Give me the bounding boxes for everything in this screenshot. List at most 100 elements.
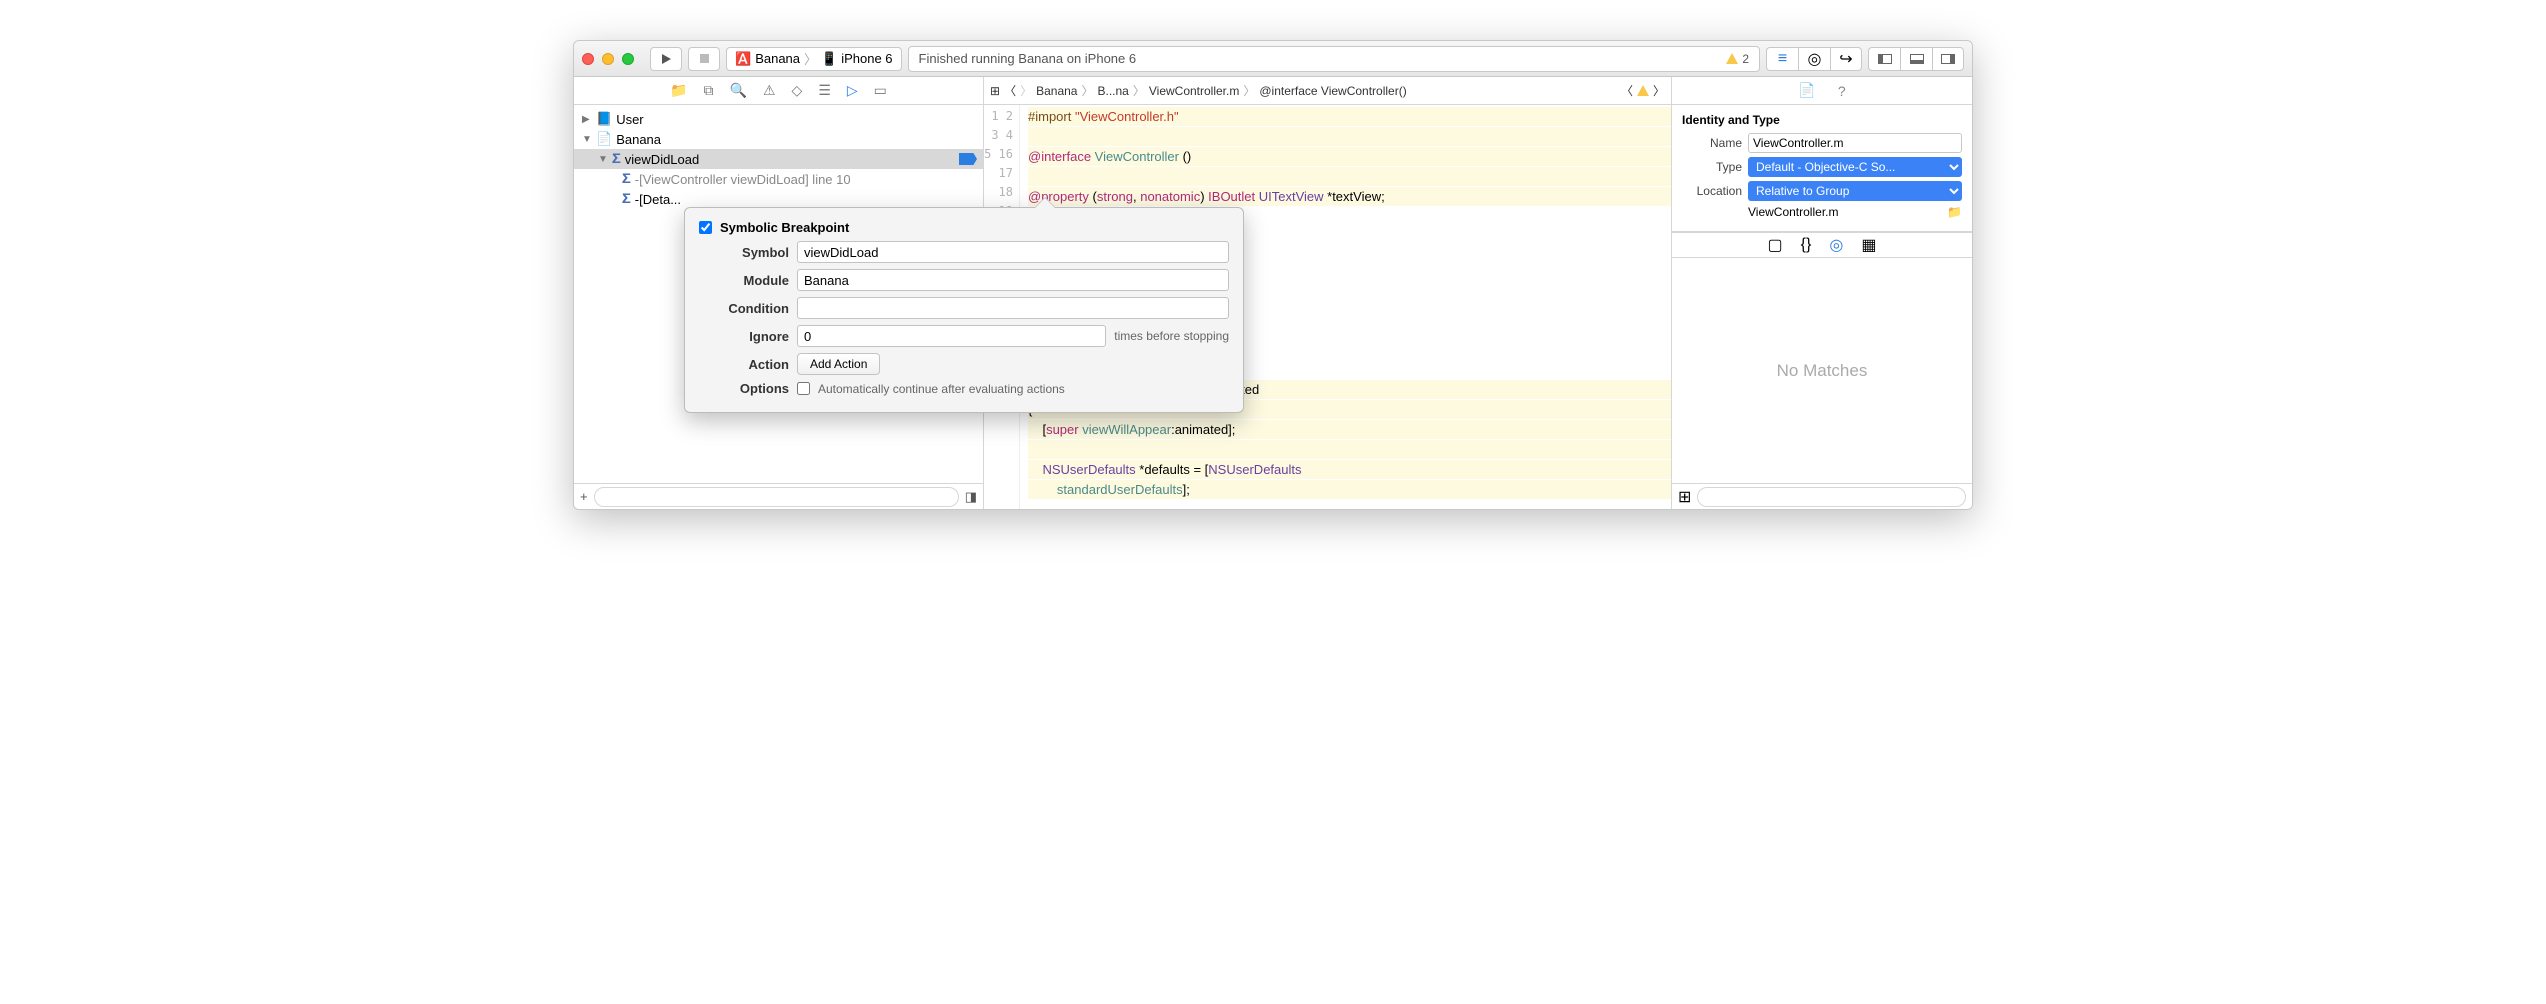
tree-row-breakpoint-item[interactable]: 𝚺 -[Deta... — [574, 189, 983, 209]
symbol-icon: 𝚺 — [622, 171, 631, 187]
chevron-right-icon: 〉 — [804, 49, 817, 68]
view-mode-button[interactable]: ⊞ — [1678, 487, 1691, 507]
test-navigator-tab[interactable]: ◇ — [792, 82, 803, 99]
module-field[interactable] — [797, 269, 1229, 291]
right-panel-icon — [1941, 54, 1955, 64]
stop-icon — [700, 54, 709, 63]
jump-seg[interactable]: ViewController.m — [1149, 84, 1239, 98]
tree-row-project[interactable]: ▼ 📄 Banana — [574, 129, 983, 149]
toggle-debug-area-button[interactable] — [1900, 47, 1932, 71]
standard-editor-button[interactable]: ≡ — [1766, 47, 1798, 71]
ignore-label: Ignore — [699, 329, 789, 344]
disclosure-icon[interactable]: ▼ — [582, 134, 592, 145]
back-issue-button[interactable]: 〈 — [1621, 82, 1633, 99]
jump-seg[interactable]: B...na — [1097, 84, 1128, 98]
traffic-lights — [582, 53, 634, 65]
inspector-area: 📄 ? Identity and Type Name Type Default … — [1672, 77, 1972, 509]
symbol-navigator-tab[interactable]: ⧉ — [704, 82, 714, 99]
name-label: Name — [1682, 136, 1742, 150]
warning-icon — [1637, 85, 1649, 96]
module-label: Module — [699, 273, 789, 288]
no-matches-label: No Matches — [1777, 361, 1868, 381]
breakpoint-editor-popover: Symbolic Breakpoint Symbol Module Condit… — [684, 207, 1244, 413]
symbol-icon: 𝚺 — [612, 151, 621, 167]
location-select[interactable]: Relative to Group — [1748, 181, 1962, 201]
scheme-selector[interactable]: 🅰️ Banana 〉 📱 iPhone 6 — [726, 47, 902, 71]
library-filter-field[interactable] — [1697, 487, 1966, 507]
activity-view: Finished running Banana on iPhone 6 2 — [908, 46, 1760, 72]
disclosure-icon[interactable]: ▶ — [582, 114, 592, 125]
stop-button[interactable] — [688, 47, 720, 71]
action-label: Action — [699, 357, 789, 372]
tree-label: viewDidLoad — [625, 152, 699, 167]
breakpoint-enabled-checkbox[interactable] — [699, 221, 712, 234]
symbol-field[interactable] — [797, 241, 1229, 263]
type-select[interactable]: Default - Objective-C So... — [1748, 157, 1962, 177]
filter-scope-button[interactable]: ◨ — [965, 489, 977, 505]
section-title: Identity and Type — [1682, 113, 1962, 127]
condition-field[interactable] — [797, 297, 1229, 319]
play-icon — [662, 54, 671, 64]
media-library-tab[interactable]: ▦ — [1861, 235, 1876, 255]
related-items-icon[interactable]: ⊞ — [990, 84, 1000, 98]
navigator-footer: + ◨ — [574, 483, 983, 509]
warning-badge[interactable]: 2 — [1726, 52, 1749, 66]
file-inspector-tab[interactable]: 📄 — [1798, 82, 1815, 99]
zoom-window-button[interactable] — [622, 53, 634, 65]
tree-row-breakpoint-item[interactable]: 𝚺 -[ViewController viewDidLoad] line 10 — [574, 169, 983, 189]
minimize-window-button[interactable] — [602, 53, 614, 65]
library-footer: ⊞ — [1672, 483, 1972, 509]
forward-issue-button[interactable]: 〉 — [1653, 82, 1665, 99]
issue-navigator-tab[interactable]: ⚠ — [763, 82, 776, 99]
find-navigator-tab[interactable]: 🔍 — [730, 82, 747, 99]
options-label: Options — [699, 381, 789, 396]
scheme-app-label: Banana — [755, 51, 800, 66]
toggle-utilities-button[interactable] — [1932, 47, 1964, 71]
inspector-selector-bar: 📄 ? — [1672, 77, 1972, 105]
jump-seg[interactable]: @interface ViewController() — [1259, 84, 1406, 98]
project-navigator-tab[interactable]: 📁 — [670, 82, 687, 99]
quick-help-tab[interactable]: ? — [1838, 83, 1846, 99]
jump-bar[interactable]: ⊞ 〈 〉 Banana〉 B...na〉 ViewController.m〉 … — [984, 77, 1671, 105]
tree-label: Banana — [616, 132, 661, 147]
run-button[interactable] — [650, 47, 682, 71]
tree-row-breakpoint-group[interactable]: ▼ 𝚺 viewDidLoad — [574, 149, 983, 169]
add-button[interactable]: + — [580, 489, 588, 504]
debug-navigator-tab[interactable]: ☰ — [818, 82, 831, 99]
assistant-editor-button[interactable]: ◎ — [1798, 47, 1830, 71]
breakpoint-navigator-tab[interactable]: ▷ — [847, 82, 858, 99]
type-label: Type — [1682, 160, 1742, 174]
user-folder-icon: 📘 — [596, 111, 612, 127]
report-navigator-tab[interactable]: ▭ — [874, 82, 887, 99]
popover-title: Symbolic Breakpoint — [720, 220, 849, 235]
jump-seg[interactable]: Banana — [1036, 84, 1077, 98]
warning-icon — [1726, 53, 1738, 64]
code-snippet-library-tab[interactable]: {} — [1801, 236, 1812, 254]
path-value: ViewController.m — [1748, 205, 1838, 219]
close-window-button[interactable] — [582, 53, 594, 65]
version-editor-button[interactable]: ↪ — [1830, 47, 1862, 71]
toggle-navigator-button[interactable] — [1868, 47, 1900, 71]
disclosure-icon[interactable]: ▼ — [598, 154, 608, 165]
symbol-icon: 𝚺 — [622, 191, 631, 207]
name-field[interactable] — [1748, 133, 1962, 153]
tree-row-user[interactable]: ▶ 📘 User — [574, 109, 983, 129]
reveal-in-finder-icon[interactable]: 📁 — [1947, 205, 1962, 219]
options-text: Automatically continue after evaluating … — [818, 382, 1065, 396]
back-button[interactable]: 〈 — [1004, 82, 1016, 99]
navigator-selector-bar: 📁 ⧉ 🔍 ⚠ ◇ ☰ ▷ ▭ — [574, 77, 983, 105]
breakpoint-enabled-indicator[interactable] — [959, 153, 977, 165]
ignore-count-field[interactable] — [797, 325, 1106, 347]
auto-continue-checkbox[interactable] — [797, 382, 810, 395]
object-library-tab[interactable]: ◎ — [1829, 235, 1843, 255]
ignore-suffix: times before stopping — [1114, 329, 1229, 343]
forward-button[interactable]: 〉 — [1020, 82, 1032, 99]
app-icon: 🅰️ — [735, 51, 751, 67]
file-template-library-tab[interactable]: ▢ — [1768, 235, 1783, 255]
warning-count: 2 — [1742, 52, 1749, 66]
xcode-window: 🅰️ Banana 〉 📱 iPhone 6 Finished running … — [573, 40, 1973, 510]
scheme-device-label: iPhone 6 — [841, 51, 892, 66]
navigator-filter-field[interactable] — [594, 487, 959, 507]
add-action-button[interactable]: Add Action — [797, 353, 880, 375]
bottom-panel-icon — [1910, 54, 1924, 64]
